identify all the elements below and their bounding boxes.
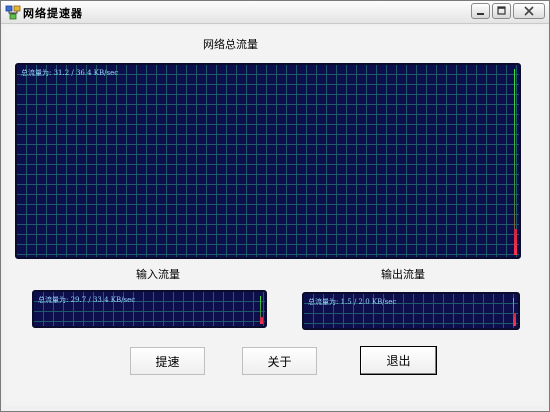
input-traffic-rate: 总流量为: 29.7 / 33.4 KB/sec xyxy=(38,296,136,304)
maximize-icon xyxy=(497,6,506,15)
main-panel: 网络总流量 总流量为: 31.2 / 36.4 KB/sec 输入流量 输出流量… xyxy=(5,26,545,406)
close-icon xyxy=(524,6,534,16)
minimize-icon xyxy=(477,13,484,15)
input-traffic-label: 输入流量 xyxy=(136,268,180,281)
input-traffic-meter-bar xyxy=(260,316,263,324)
total-traffic-graph: 总流量为: 31.2 / 36.4 KB/sec xyxy=(15,63,521,259)
speed-up-button[interactable]: 提速 xyxy=(130,347,205,375)
about-button[interactable]: 关于 xyxy=(242,347,317,375)
total-traffic-meter-line xyxy=(514,69,515,253)
maximize-button[interactable] xyxy=(492,3,511,19)
output-traffic-meter xyxy=(513,296,516,326)
total-traffic-meter xyxy=(514,67,517,255)
input-traffic-meter xyxy=(260,294,263,324)
minimize-button[interactable] xyxy=(471,3,490,19)
title-bar[interactable]: 网络提速器 xyxy=(1,1,549,24)
total-traffic-rate: 总流量为: 31.2 / 36.4 KB/sec xyxy=(21,69,119,77)
app-network-icon xyxy=(5,5,21,20)
output-traffic-rate: 总流量为: 1.5 / 2.0 KB/sec xyxy=(308,298,397,306)
app-window: 网络提速器 网络总流量 总流量为: 31.2 / 36.4 KB/sec 输入流… xyxy=(0,0,550,412)
input-traffic-graph: 总流量为: 29.7 / 33.4 KB/sec xyxy=(32,290,267,328)
close-button[interactable] xyxy=(513,3,545,19)
output-traffic-graph: 总流量为: 1.5 / 2.0 KB/sec xyxy=(302,292,520,330)
window-title: 网络提速器 xyxy=(23,7,83,20)
exit-button[interactable]: 退出 xyxy=(360,346,437,375)
total-traffic-meter-bar xyxy=(514,228,517,255)
output-traffic-label: 输出流量 xyxy=(381,268,425,281)
output-traffic-meter-bar xyxy=(513,312,516,326)
total-traffic-label: 网络总流量 xyxy=(203,38,258,51)
